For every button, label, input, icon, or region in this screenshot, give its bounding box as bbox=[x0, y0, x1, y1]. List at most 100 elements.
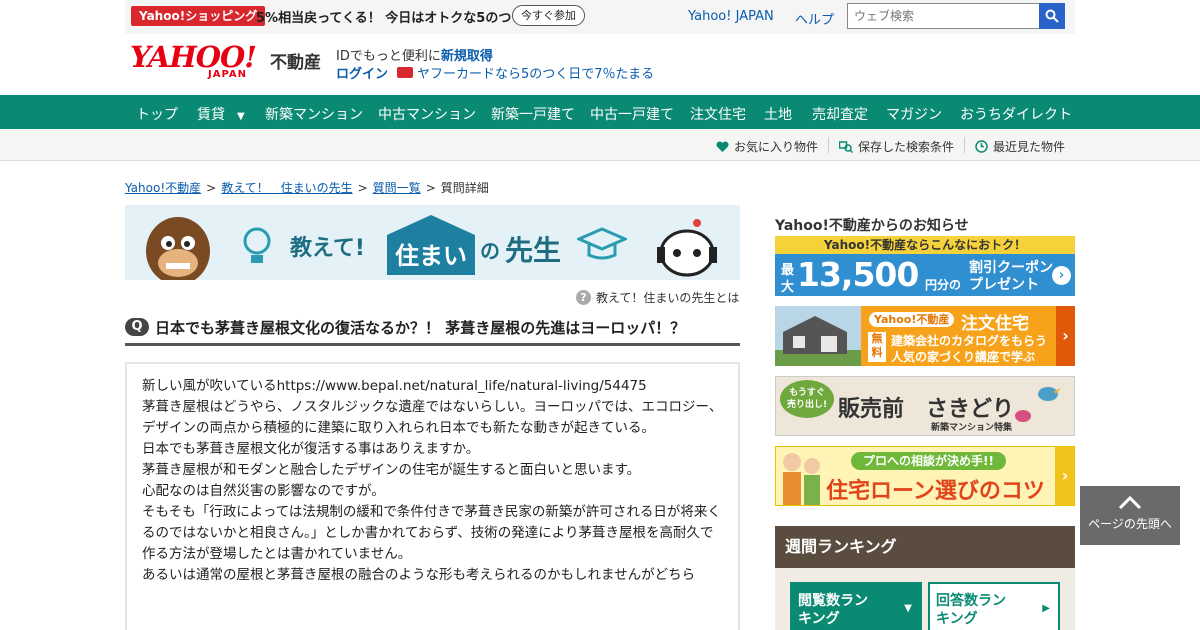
question-body-line: 茅葺き屋根が和モダンと融合したデザインの住宅が誕生すると面白いと思います。 bbox=[142, 462, 641, 478]
nav-custom-home[interactable]: 注文住宅 bbox=[690, 104, 746, 124]
logo-japan-text: JAPAN bbox=[208, 69, 247, 80]
banner-sensei-text: 先生 bbox=[505, 234, 562, 267]
nav-rent[interactable]: 賃貸 ▼ bbox=[197, 104, 245, 124]
nav-used-house[interactable]: 中古一戸建て bbox=[590, 104, 674, 124]
weekly-ranking-heading: 週間ランキング bbox=[775, 526, 1075, 568]
coupon-line2: プレゼント bbox=[969, 277, 1039, 293]
coupon-unit: 円分の bbox=[925, 278, 962, 292]
promo-text[interactable]: 5%相当戻ってくる！ 今日はオトクな5のつく日 bbox=[256, 7, 537, 26]
custom-home-line1: 建築会社のカタログをもらう bbox=[891, 334, 1048, 348]
chevron-right-icon: › bbox=[1056, 306, 1075, 366]
heart-icon bbox=[716, 140, 729, 152]
breadcrumb-separator: > bbox=[425, 181, 436, 195]
nav-new-mansion[interactable]: 新築マンション bbox=[265, 104, 363, 124]
clock-icon bbox=[975, 140, 988, 153]
login-link[interactable]: ログイン bbox=[336, 63, 388, 82]
site-logo[interactable]: YAHOO! JAPAN 不動産 bbox=[130, 42, 321, 80]
recent-label: 最近見た物件 bbox=[993, 140, 1066, 154]
custom-home-title: 注文住宅 bbox=[961, 314, 1029, 334]
tab-answers-label: 回答数ランキング bbox=[936, 593, 1006, 627]
question-circle-icon: ? bbox=[576, 290, 591, 305]
breadcrumb-sensei[interactable]: 教えて！ 住まいの先生 bbox=[221, 181, 352, 195]
presale-banner[interactable]: もうすぐ売り出し! 販売前 さきどり 新築マンション特集 bbox=[775, 376, 1075, 436]
chevron-right-icon: › bbox=[1055, 447, 1074, 505]
signup-link[interactable]: 新規取得 bbox=[441, 49, 493, 64]
page-top-button[interactable]: ページの先頭へ bbox=[1080, 486, 1180, 545]
nav-appraisal[interactable]: 売却査定 bbox=[812, 104, 868, 124]
question-body-line: あるいは通常の屋根と茅葺き屋根の融合のような形も考えられるのかもしれませんがどち… bbox=[142, 567, 696, 583]
search-button[interactable] bbox=[1039, 3, 1065, 29]
question-body-line: 新しい風が吹いているhttps://www.bepal.net/natural_… bbox=[142, 378, 647, 394]
card-promo-link[interactable]: ヤフーカードなら5のつく日で7％たまる bbox=[397, 63, 654, 82]
chevron-down-icon: ▼ bbox=[237, 111, 245, 122]
chevron-up-icon bbox=[1118, 495, 1142, 510]
about-sensei-link[interactable]: ? 教えて！住まいの先生とは bbox=[576, 289, 739, 306]
presale-badge-line: 売り出し! bbox=[786, 400, 828, 410]
top-promo-bar: Yahoo!ショッピング 5%相当戻ってくる！ 今日はオトクな5のつく日 今すぐ… bbox=[125, 0, 1075, 34]
question-body-line: 心配なのは自然災害の影響なのですが。 bbox=[142, 483, 385, 499]
home-loan-banner[interactable]: プロへの相談が決め手!! 住宅ローン選びのコツ › bbox=[775, 446, 1075, 506]
presale-title2: さきどり bbox=[926, 397, 1015, 422]
free-badge: 無料 bbox=[868, 332, 886, 362]
nav-used-mansion[interactable]: 中古マンション bbox=[378, 104, 476, 124]
banner-sumai-text: 住まい bbox=[395, 242, 467, 270]
breadcrumb-fudosan[interactable]: Yahoo!不動産 bbox=[125, 181, 201, 195]
presale-badge-line: もうすぐ bbox=[789, 388, 825, 398]
question-mark-badge: Q bbox=[125, 318, 149, 336]
breadcrumb-question-list[interactable]: 質問一覧 bbox=[373, 181, 421, 195]
shopping-badge[interactable]: Yahoo!ショッピング bbox=[131, 6, 266, 26]
logo-service-name: 不動産 bbox=[270, 53, 321, 73]
nav-land[interactable]: 土地 bbox=[764, 104, 792, 124]
nav-top[interactable]: トップ bbox=[136, 104, 178, 124]
favorites-label: お気に入り物件 bbox=[734, 140, 819, 154]
yahoo-japan-link[interactable]: Yahoo! JAPAN bbox=[688, 9, 774, 24]
nav-rent-label: 賃貸 bbox=[197, 107, 225, 123]
breadcrumb-current: 質問詳細 bbox=[440, 181, 489, 195]
question-body-line: そもそも「行政によっては法規制の緩和で条件付きで茅葺き民家の新築が許可される日が… bbox=[142, 504, 721, 562]
coupon-banner[interactable]: Yahoo!不動産ならこんなにおトク！ 最 大 13,500 円分の 割引クーポ… bbox=[775, 236, 1075, 296]
chevron-right-icon: ▶ bbox=[1042, 603, 1050, 614]
free-badge-char: 料 bbox=[871, 346, 883, 359]
people-illustration bbox=[783, 453, 820, 505]
loan-title: 住宅ローン選びのコツ bbox=[826, 479, 1045, 504]
nav-new-house[interactable]: 新築一戸建て bbox=[491, 104, 575, 124]
saved-search-icon bbox=[839, 140, 853, 153]
tab-views-ranking[interactable]: 閲覧数ランキング ▼ bbox=[790, 582, 922, 630]
ranking-panel: 閲覧数ランキング ▼ 回答数ランキング ▶ bbox=[775, 568, 1075, 630]
breadcrumb-separator: > bbox=[206, 181, 217, 195]
nav-ouchi-direct[interactable]: おうちダイレクト bbox=[960, 104, 1072, 124]
favorites-link[interactable]: お気に入り物件 bbox=[716, 138, 818, 155]
id-promo-text: IDでもっと便利に bbox=[336, 49, 441, 64]
nav-magazine[interactable]: マガジン bbox=[886, 104, 942, 124]
robot-mascot-illustration bbox=[657, 219, 717, 277]
web-search-input[interactable] bbox=[847, 3, 1040, 29]
question-header: Q 日本でも茅葺き屋根文化の復活なるか？！ 茅葺き屋根の先進はヨーロッパ！？ bbox=[125, 316, 740, 346]
recent-link[interactable]: 最近見た物件 bbox=[975, 138, 1065, 155]
sumai-sensei-banner[interactable]: 教えて! 住まい の 先生 bbox=[125, 205, 740, 280]
question-body: 新しい風が吹いているhttps://www.bepal.net/natural_… bbox=[125, 362, 740, 630]
presale-title: 販売前 bbox=[838, 397, 905, 422]
search-icon bbox=[1045, 9, 1059, 23]
question-title: 日本でも茅葺き屋根文化の復活なるか？！ 茅葺き屋根の先進はヨーロッパ！？ bbox=[155, 319, 686, 337]
custom-home-badge: Yahoo!不動産 bbox=[869, 312, 955, 327]
id-promo: IDでもっと便利に新規取得 bbox=[336, 45, 493, 64]
custom-home-banner[interactable]: Yahoo!不動産 注文住宅 無料 建築会社のカタログをもらう 人気の家づくり講… bbox=[775, 306, 1075, 366]
saved-search-label: 保存した検索条件 bbox=[858, 140, 955, 154]
loan-tag: プロへの相談が決め手!! bbox=[851, 452, 1006, 470]
saved-search-link[interactable]: 保存した検索条件 bbox=[839, 138, 954, 155]
question-body-line: 茅葺き屋根はどうやら、ノスタルジックな遺産ではないらしい。ヨーロッパでは、エコロ… bbox=[142, 399, 723, 436]
banner-no-text: の bbox=[480, 239, 500, 263]
utility-bar: お気に入り物件 保存した検索条件 最近見た物件 bbox=[0, 129, 1200, 161]
card-promo-text: ヤフーカードなら5のつく日で7％たまる bbox=[417, 67, 655, 82]
coupon-dai: 大 bbox=[781, 280, 795, 295]
coupon-amount: 13,500 bbox=[797, 255, 919, 294]
tab-answers-ranking[interactable]: 回答数ランキング ▶ bbox=[928, 582, 1060, 630]
lightbulb-icon bbox=[243, 227, 271, 263]
chevron-down-icon: ▼ bbox=[904, 603, 912, 614]
free-badge-char: 無 bbox=[871, 332, 883, 345]
join-now-button[interactable]: 今すぐ参加 bbox=[512, 5, 585, 26]
help-link[interactable]: ヘルプ bbox=[795, 9, 834, 28]
house-photo-illustration bbox=[775, 306, 861, 366]
presale-sub: 新築マンション特集 bbox=[931, 423, 1013, 433]
tab-views-label: 閲覧数ランキング bbox=[798, 593, 868, 627]
